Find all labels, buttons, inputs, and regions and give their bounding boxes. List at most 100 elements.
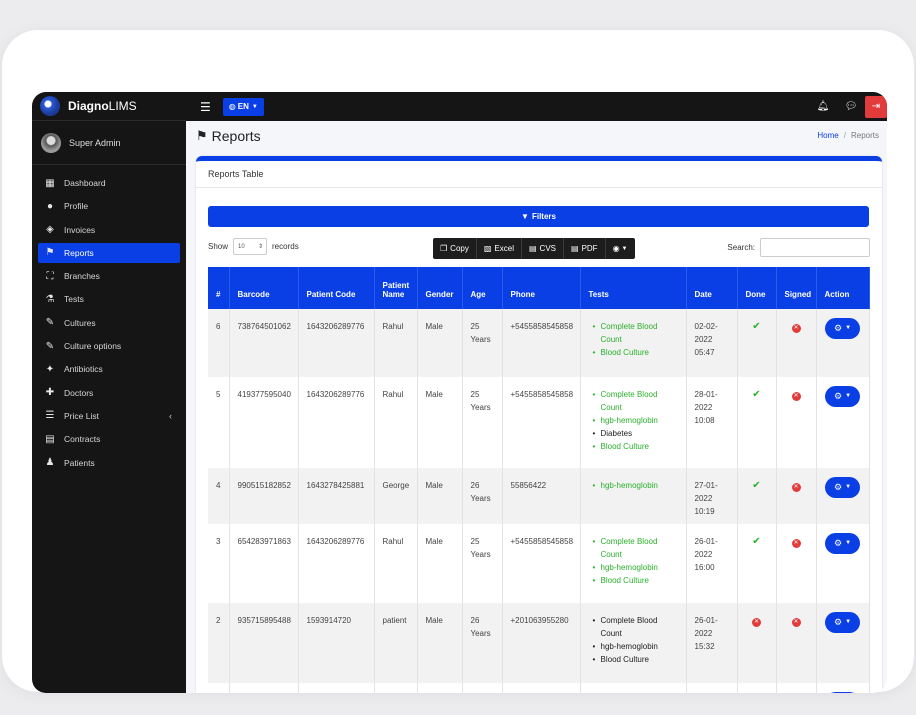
sidebar-item-label: Doctors — [64, 387, 94, 398]
barcode-cell: 419377595040 — [229, 377, 299, 468]
card-title: Reports Table — [196, 161, 882, 188]
test-item: Complete Blood Count — [593, 614, 678, 640]
sidebar-item-invoices[interactable]: ◈ Invoices — [38, 220, 180, 240]
signed-cell: ✕ — [776, 309, 817, 377]
chevron-down-icon: ▼ — [845, 540, 852, 546]
action-dropdown-button[interactable]: ⚙▼ — [825, 477, 860, 498]
sidebar-item-dashboard[interactable]: ▦ Dashboard — [38, 173, 180, 193]
sidebar-item-culture-options[interactable]: ✎ Culture options — [38, 336, 180, 356]
table-row: 4 990515182852 1643278425881 George Male 26 Y… — [208, 468, 870, 524]
hamburger-icon[interactable]: ☰ — [200, 100, 211, 114]
row-number: 2 — [208, 603, 230, 683]
csv-button[interactable]: ▤ CVS — [522, 238, 564, 259]
sidebar-item-label: Branches — [64, 271, 100, 282]
barcode-cell: 935715895488 — [229, 603, 299, 683]
chat-icon[interactable]: 💬︎ — [837, 101, 865, 112]
test-item: Complete Blood Count — [593, 388, 678, 414]
phone-cell: 55856422 — [502, 468, 581, 524]
filter-icon: ▼ — [521, 212, 529, 221]
bell-icon[interactable]: 🔔︎ — [809, 101, 837, 112]
sidebar-item-contracts[interactable]: ▤ Contracts — [38, 429, 180, 449]
column-header: Done — [737, 267, 777, 309]
sidebar-item-label: Patients — [64, 457, 95, 468]
logout-button[interactable]: ⇥ — [865, 95, 887, 118]
select-arrows-icon: ⇕ — [257, 244, 264, 250]
action-dropdown-button[interactable]: ⚙▼ — [825, 386, 860, 407]
copy-button[interactable]: ❐ Copy — [433, 238, 477, 259]
language-button[interactable]: ◍ EN ▼ — [222, 97, 264, 116]
patient-name-cell: Rahul — [374, 377, 418, 468]
column-visibility-button[interactable]: ◉ ▼ — [606, 238, 635, 259]
done-cell: ✔ — [737, 683, 777, 693]
sidebar-item-cultures[interactable]: ✎ Cultures — [38, 313, 180, 333]
patient-name-cell: Rahul — [374, 309, 418, 377]
pdf-button[interactable]: ▤ PDF — [564, 238, 606, 259]
sidebar-item-reports[interactable]: ⚑ Reports — [38, 242, 180, 263]
action-dropdown-button[interactable]: ⚙▼ — [825, 318, 860, 339]
tests-cell: Complete Blood Count — [580, 683, 687, 693]
age-cell: 26 Years — [462, 603, 503, 683]
action-dropdown-button[interactable]: ⚙▼ — [825, 533, 860, 554]
avatar — [41, 132, 61, 153]
phone-cell: +5455858545858 — [502, 377, 581, 468]
filters-button[interactable]: ▼ Filters — [208, 206, 869, 227]
reports-table: # Barcode Patient Code Patient Name Gender Ag… — [208, 267, 870, 693]
signed-cell: ✕ — [776, 683, 817, 693]
flag-icon: ⚑ — [45, 247, 55, 259]
test-item: hgb-hemoglobin — [593, 561, 678, 574]
chevron-down-icon: ▼ — [845, 619, 852, 625]
page-title: ⚑ Reports — [196, 128, 261, 144]
tests-list: Complete Blood Counthgb-hemoglobinBlood … — [589, 535, 678, 587]
test-item: Blood Culture — [593, 346, 678, 359]
gender-cell: Male — [417, 524, 463, 603]
sidebar-item-profile[interactable]: ● Profile — [38, 196, 180, 216]
csv-file-icon: ▤ — [528, 244, 537, 253]
test-item: hgb-hemoglobin — [593, 640, 678, 653]
row-number: 1 — [208, 683, 230, 693]
excel-button[interactable]: ▧ Excel — [477, 238, 522, 259]
action-cell: ⚙▼ — [816, 468, 870, 524]
action-dropdown-button[interactable]: ⚙▼ — [825, 692, 860, 693]
signed-cell: ✕ — [776, 524, 817, 603]
eye-icon: ◉ — [612, 244, 620, 253]
breadcrumb-current: Reports — [850, 131, 879, 140]
sidebar-item-price-list[interactable]: ☰ Price List ‹ — [38, 406, 180, 426]
page-length-select[interactable]: 10 ⇕ — [233, 238, 268, 255]
table-row: 5 419377595040 1643206289776 Rahul Male 25 Ye… — [208, 377, 870, 468]
test-item: hgb-hemoglobin — [593, 479, 678, 492]
breadcrumb-home-link[interactable]: Home — [817, 131, 838, 140]
sidebar-nav: ▦ Dashboard ● Profile ◈ Invoices ⚑ Reports ⛶ Bran… — [32, 173, 186, 473]
patient-code-cell: 1643206289776 — [298, 377, 375, 468]
action-dropdown-button[interactable]: ⚙▼ — [825, 612, 860, 633]
age-cell: 25 Years — [462, 377, 503, 468]
patient-icon: ♟ — [45, 457, 55, 469]
column-header: # — [208, 267, 230, 309]
brand[interactable]: DiagnoLIMS — [32, 92, 186, 121]
gender-cell: Male — [417, 468, 463, 524]
date-cell: 26-01-2022 15:32 — [686, 603, 738, 683]
action-cell: ⚙▼ — [816, 683, 870, 693]
chevron-down-icon: ▼ — [845, 393, 852, 399]
list-icon: ☰ — [45, 410, 55, 422]
tests-cell: Complete Blood CountBlood Culture — [580, 309, 687, 377]
sidebar-item-patients[interactable]: ♟ Patients — [38, 453, 180, 473]
gender-cell: Male — [417, 377, 463, 468]
sidebar-item-label: Profile — [64, 201, 89, 212]
done-cell: ✔ — [737, 377, 777, 468]
patient-name-cell: patient — [374, 603, 418, 683]
user-panel[interactable]: Super Admin — [32, 121, 186, 165]
sidebar-item-tests[interactable]: ⚗ Tests — [38, 289, 180, 309]
sidebar-item-doctors[interactable]: ✚ Doctors — [38, 383, 180, 403]
table-row: 3 654283971863 1643206289776 Rahul Male 25 Ye… — [208, 524, 870, 603]
sidebar-item-label: Invoices — [64, 224, 96, 235]
copy-icon: ❐ — [440, 244, 448, 253]
device-frame: DiagnoLIMS Super Admin ▦ Dashboard ● Profil… — [2, 30, 914, 693]
tests-cell: Complete Blood Counthgb-hemoglobinBlood … — [580, 524, 687, 603]
sidebar-item-branches[interactable]: ⛶ Branches — [38, 266, 180, 286]
age-cell: 26 Years — [462, 468, 503, 524]
globe-icon: ◍ — [228, 102, 236, 111]
topbar: ☰ ◍ EN ▼ 🔔︎ 💬︎ ⇥ — [186, 92, 887, 121]
sidebar-item-label: Dashboard — [64, 178, 106, 188]
sidebar-item-antibiotics[interactable]: ✦ Antibiotics — [38, 359, 180, 379]
search-input[interactable] — [760, 238, 870, 257]
